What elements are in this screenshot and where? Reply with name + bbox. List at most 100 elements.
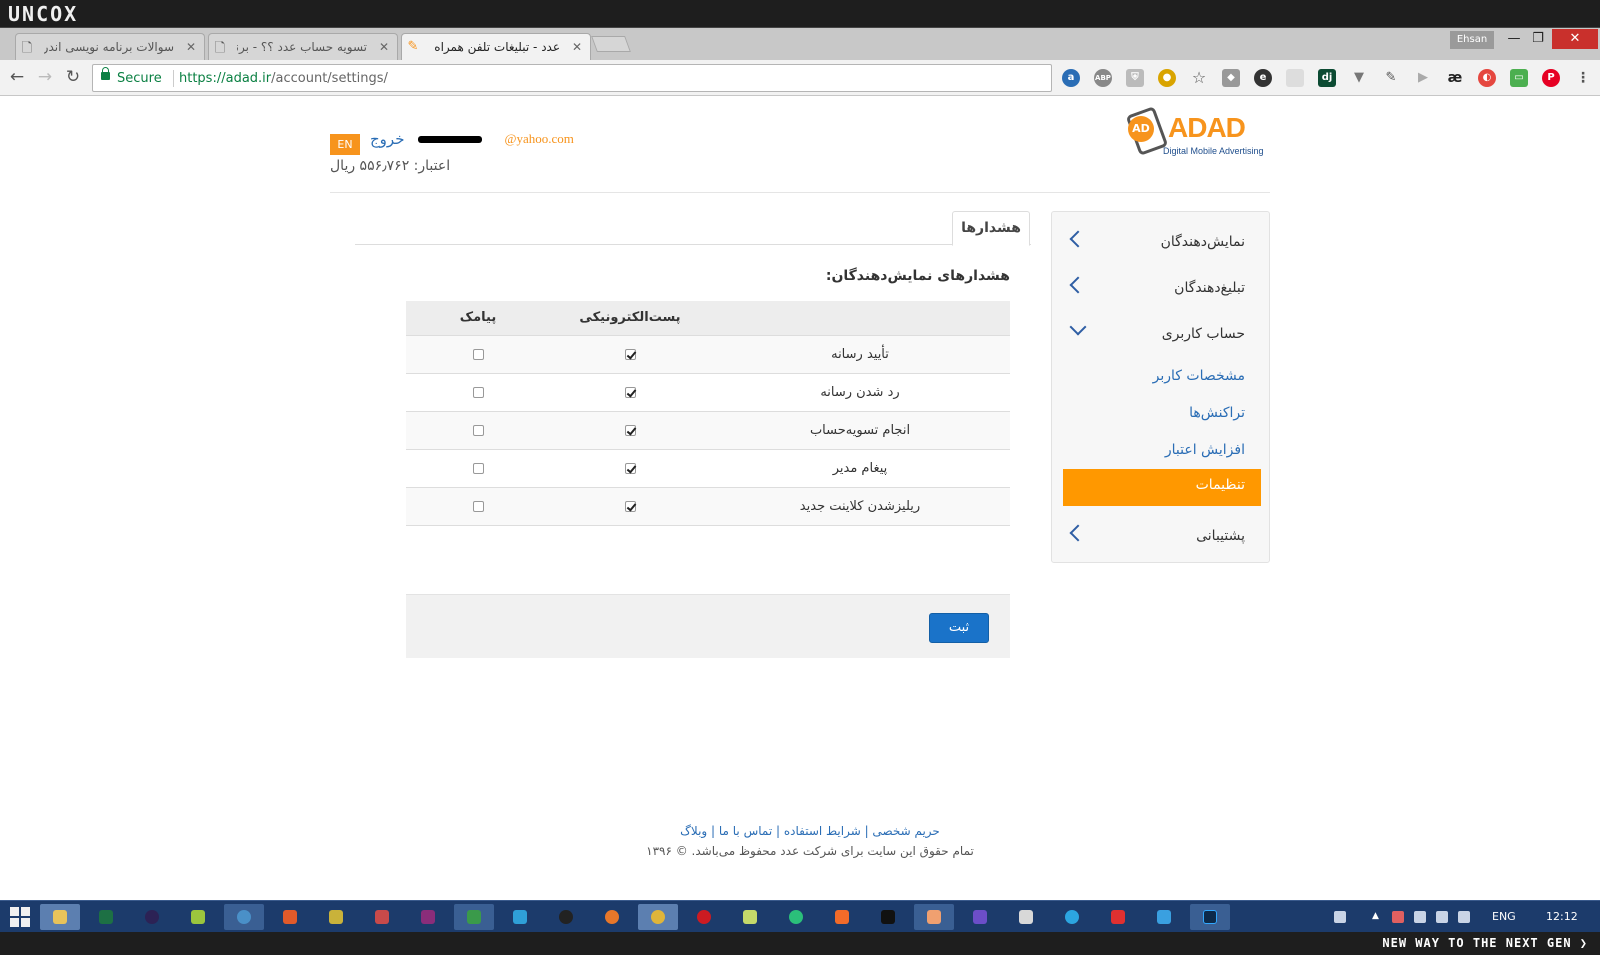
sms-checkbox[interactable] [472, 424, 484, 436]
email-checkbox[interactable] [624, 462, 636, 474]
notepad-icon[interactable] [730, 904, 770, 930]
django-icon[interactable]: dj [1318, 69, 1336, 87]
shield-icon[interactable]: ⛨ [1126, 69, 1144, 87]
language-indicator[interactable]: ENG [1492, 910, 1516, 923]
tab-title: سوالات برنامه نویسی اندرو [44, 40, 174, 54]
sidebar-subitem-add-credit[interactable]: افزایش اعتبار [1063, 434, 1261, 468]
browser-tab-active[interactable]: ✎ عدد - تبلیغات تلفن همراه ✕ [401, 33, 591, 60]
doc-icon: 🗋 [214, 41, 226, 56]
logout-link[interactable]: خروج [370, 130, 404, 148]
extension-icon[interactable]: a [1062, 69, 1080, 87]
alert-name: انجام تسویه‌حساب [710, 411, 1010, 450]
sidebar-item-support[interactable]: پشتیبانی [1052, 518, 1271, 554]
menu-kebab-icon[interactable]: ⋮ [1574, 69, 1592, 87]
ae-icon[interactable]: æ [1446, 69, 1464, 87]
sidebar-item-account[interactable]: حساب کاربری [1052, 316, 1271, 352]
android-icon[interactable] [178, 904, 218, 930]
email-checkbox[interactable] [624, 500, 636, 512]
sms-cell [406, 487, 550, 526]
table-row: رد شدن رسانه [406, 373, 1010, 412]
sidebar-item-publishers[interactable]: نمایش‌دهندگان [1052, 224, 1271, 260]
tab-close-icon[interactable]: ✕ [379, 40, 389, 54]
tray-app-icon[interactable] [1392, 911, 1404, 923]
network-icon[interactable] [1436, 911, 1448, 923]
language-toggle-button[interactable]: EN [330, 134, 360, 155]
email-checkbox[interactable] [624, 348, 636, 360]
telegram-icon[interactable] [1052, 904, 1092, 930]
sms-checkbox[interactable] [472, 386, 484, 398]
tab-title: عدد - تبلیغات تلفن همراه [434, 40, 560, 54]
chrome-icon[interactable] [638, 904, 678, 930]
new-tab-button[interactable] [591, 36, 631, 52]
tab-alerts[interactable]: هشدارها [952, 211, 1030, 246]
profile-button[interactable]: Ehsan [1450, 31, 1494, 49]
visual-studio-icon[interactable] [960, 904, 1000, 930]
volume-icon[interactable] [1458, 911, 1470, 923]
email-checkbox[interactable] [624, 386, 636, 398]
extension-icon[interactable] [1286, 69, 1304, 87]
sidebar-subitem-transactions[interactable]: تراکنش‌ها [1063, 397, 1261, 431]
browser-tab[interactable]: 🗋 سوالات برنامه نویسی اندرو ✕ [15, 33, 205, 60]
photoshop-icon[interactable] [1190, 904, 1230, 930]
app-icon[interactable] [362, 904, 402, 930]
bulb-icon[interactable]: ● [1158, 69, 1176, 87]
extension-icon[interactable]: e [1254, 69, 1272, 87]
back-arrow-icon[interactable]: ← [6, 66, 28, 88]
adblock-icon[interactable]: ABP [1094, 69, 1112, 87]
sms-cell [406, 449, 550, 488]
app-icon[interactable] [454, 904, 494, 930]
sidebar-subitem-label: تراکنش‌ها [1189, 405, 1245, 421]
app-icon[interactable] [316, 904, 356, 930]
window-close-icon[interactable]: ✕ [1552, 29, 1598, 49]
sidebar-subitem-label: افزایش اعتبار [1164, 442, 1245, 458]
sms-checkbox[interactable] [472, 348, 484, 360]
play-icon[interactable]: ▶ [1414, 69, 1432, 87]
submit-button[interactable]: ثبت [929, 613, 989, 643]
sidebar-item-advertisers[interactable]: تبلیغ‌دهندگان [1052, 270, 1271, 306]
keyboard-icon[interactable] [1334, 911, 1346, 923]
site-logo[interactable]: AD ADAD Digital Mobile Advertising [1125, 106, 1270, 166]
email-checkbox[interactable] [624, 424, 636, 436]
pdf-icon[interactable] [1098, 904, 1138, 930]
pinterest-icon[interactable]: P [1542, 69, 1560, 87]
winrar-icon[interactable] [408, 904, 448, 930]
footer-links[interactable]: حریم شخصی | شرایط استفاده | تماس با ما |… [600, 824, 1020, 838]
address-bar[interactable]: Secure https://adad.ir/account/settings/ [92, 64, 1052, 92]
extension-icon[interactable]: ◆ [1222, 69, 1240, 87]
vue-icon[interactable]: ▼ [1350, 69, 1368, 87]
app-icon[interactable] [270, 904, 310, 930]
excel-icon[interactable] [86, 904, 126, 930]
clock[interactable]: 12:12 [1546, 910, 1578, 923]
sidebar-subitem-profile[interactable]: مشخصات کاربر [1063, 360, 1261, 394]
battery-icon[interactable] [1414, 911, 1426, 923]
phpstorm-icon[interactable] [868, 904, 908, 930]
jetbrains-icon[interactable] [500, 904, 540, 930]
xampp-icon[interactable] [822, 904, 862, 930]
color-picker-icon[interactable]: ◐ [1478, 69, 1496, 87]
new-extension-icon[interactable]: ▭ [1510, 69, 1528, 87]
app-icon[interactable] [1144, 904, 1184, 930]
file-explorer-icon[interactable] [40, 904, 80, 930]
app-icon[interactable] [592, 904, 632, 930]
eyedropper-icon[interactable]: ✎ [1382, 69, 1400, 87]
tab-close-icon[interactable]: ✕ [186, 40, 196, 54]
tab-close-icon[interactable]: ✕ [572, 40, 582, 54]
reload-icon[interactable]: ↻ [62, 66, 84, 88]
windows-start-icon[interactable] [10, 907, 30, 927]
app-icon[interactable] [546, 904, 586, 930]
app-icon[interactable] [224, 904, 264, 930]
opera-icon[interactable] [684, 904, 724, 930]
browser-tab[interactable]: 🗋 تسویه حساب عدد ؟؟ - برنا ✕ [208, 33, 398, 60]
tray-expand-icon[interactable]: ▲ [1372, 911, 1379, 923]
star-icon[interactable]: ☆ [1190, 69, 1208, 87]
forward-arrow-icon[interactable]: → [34, 66, 56, 88]
sidebar-subitem-settings[interactable]: تنظیمات [1063, 469, 1261, 506]
sidebar-item-label: تبلیغ‌دهندگان [1174, 280, 1245, 296]
sms-checkbox[interactable] [472, 500, 484, 512]
app-icon[interactable] [914, 904, 954, 930]
maximize-icon[interactable]: ❐ [1524, 29, 1552, 49]
sms-checkbox[interactable] [472, 462, 484, 474]
eclipse-icon[interactable] [132, 904, 172, 930]
app-icon[interactable] [776, 904, 816, 930]
app-icon[interactable] [1006, 904, 1046, 930]
